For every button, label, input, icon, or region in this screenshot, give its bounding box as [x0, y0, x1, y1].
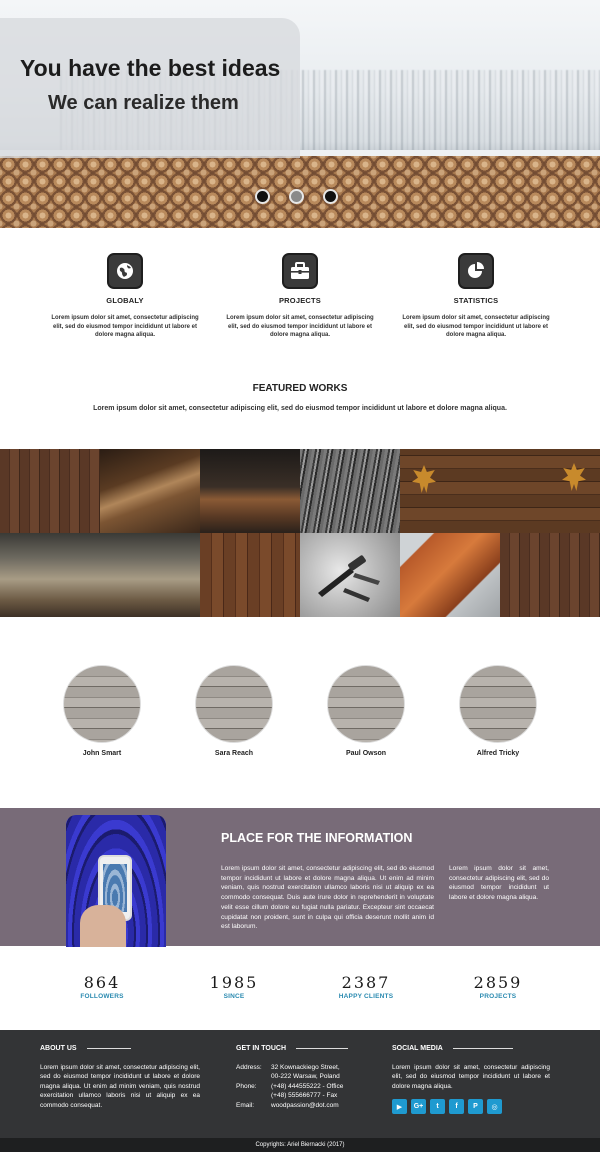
phone-line-2: (+48) 555666777 - Fax: [271, 1092, 338, 1100]
gallery-image-leaves[interactable]: [400, 449, 600, 533]
feature-title: STATISTICS: [453, 296, 499, 305]
gallery-image-lumber[interactable]: [100, 449, 200, 533]
dribbble-icon[interactable]: ◎: [487, 1099, 502, 1115]
stat-value: 2387: [341, 973, 391, 992]
avatar: [459, 665, 537, 743]
stat-label: PROJECTS: [479, 993, 517, 1000]
gallery-image-wall[interactable]: [200, 533, 300, 617]
address-label: Address:: [236, 1064, 262, 1071]
team-member[interactable]: Sara Reach: [194, 665, 274, 757]
team-member[interactable]: Alfred Tricky: [458, 665, 538, 757]
gallery-image-bark[interactable]: [300, 449, 400, 533]
team-member[interactable]: Paul Owson: [326, 665, 406, 757]
slider-dot-3[interactable]: [323, 189, 338, 204]
pinterest-icon[interactable]: P: [468, 1099, 483, 1115]
avatar: [195, 665, 273, 743]
featured-works-title: FEATURED WORKS: [252, 383, 348, 394]
contact-details: Address: 32 Kownackiego Street, 00-222 Wa…: [236, 1063, 366, 1110]
footer-social-text: Lorem ipsum dolor sit amet, consectetur …: [392, 1064, 550, 1090]
feature-title: PROJECTS: [278, 296, 322, 305]
stat-followers: 864 FOLLOWERS: [52, 973, 152, 1000]
footer-about-title: ABOUT US: [40, 1045, 77, 1052]
email-link[interactable]: woodpassion@dot.com: [271, 1101, 339, 1110]
gallery-image-table[interactable]: [200, 449, 300, 533]
heading-underline: [86, 1048, 131, 1049]
hero-slider: You have the best ideas We can realize t…: [0, 0, 600, 228]
phone-line-1: (+48) 444555222 - Office: [271, 1082, 344, 1090]
hero-subtitle: We can realize them: [48, 92, 239, 114]
stat-value: 1985: [209, 973, 259, 992]
hero-title: You have the best ideas: [20, 55, 281, 81]
phone-label: Phone:: [236, 1082, 257, 1090]
footer-about-text: Lorem ipsum dolor sit amet, consectetur …: [40, 1064, 200, 1109]
stat-label: SINCE: [223, 993, 245, 1000]
gallery-image-tools[interactable]: [300, 533, 400, 617]
avatar: [327, 665, 405, 743]
briefcase-icon: [282, 253, 318, 289]
gallery-image-redwood[interactable]: [400, 533, 500, 617]
pie-chart-icon: [458, 253, 494, 289]
info-text-main: Lorem ipsum dolor sit amet, consectetur …: [221, 865, 434, 931]
featured-works-text: Lorem ipsum dolor sit amet, consectetur …: [93, 405, 507, 412]
stat-label: FOLLOWERS: [80, 993, 124, 1000]
feature-text: Lorem ipsum dolor sit amet, consectetur …: [51, 315, 199, 338]
feature-projects: PROJECTS Lorem ipsum dolor sit amet, con…: [225, 253, 375, 340]
phone-image: [66, 815, 166, 947]
info-text-side: Lorem ipsum dolor sit amet, consectetur …: [449, 865, 549, 902]
stat-happy-clients: 2387 HAPPY CLIENTS: [316, 973, 416, 1000]
footer-about: ABOUT US Lorem ipsum dolor sit amet, con…: [40, 1045, 200, 1110]
footer-contact: GET IN TOUCH Address: 32 Kownackiego Stre…: [236, 1045, 366, 1110]
social-icons: ▶ G+ t f P ◎: [392, 1099, 550, 1115]
feature-text: Lorem ipsum dolor sit amet, consectetur …: [402, 315, 550, 338]
slider-dot-2[interactable]: [289, 189, 304, 204]
team-member[interactable]: John Smart: [62, 665, 142, 757]
member-name: Paul Owson: [345, 750, 387, 757]
gallery-image-planks[interactable]: [0, 449, 100, 533]
feature-globaly: GLOBALY Lorem ipsum dolor sit amet, cons…: [50, 253, 200, 340]
feature-text: Lorem ipsum dolor sit amet, consectetur …: [226, 315, 374, 338]
featured-gallery: [0, 449, 600, 617]
address-line-2: 00-222 Warsaw, Poland: [271, 1073, 340, 1081]
member-name: John Smart: [82, 750, 122, 757]
stat-since: 1985 SINCE: [184, 973, 284, 1000]
youtube-icon[interactable]: ▶: [392, 1099, 407, 1115]
stat-value: 2859: [473, 973, 523, 992]
twitter-icon[interactable]: t: [430, 1099, 445, 1115]
stat-value: 864: [83, 973, 121, 992]
stat-label: HAPPY CLIENTS: [338, 993, 394, 1000]
globe-icon: [107, 253, 143, 289]
feature-statistics: STATISTICS Lorem ipsum dolor sit amet, c…: [401, 253, 551, 340]
slider-dot-1[interactable]: [255, 189, 270, 204]
heading-underline: [452, 1048, 513, 1049]
member-name: Alfred Tricky: [476, 750, 520, 757]
leaf-shape: [562, 463, 586, 491]
footer-social-title: SOCIAL MEDIA: [392, 1045, 443, 1052]
email-label: Email:: [236, 1101, 255, 1109]
address-line-1: 32 Kownackiego Street,: [271, 1064, 340, 1071]
facebook-icon[interactable]: f: [449, 1099, 464, 1115]
feature-title: GLOBALY: [106, 296, 144, 305]
hero-banner: [0, 18, 300, 158]
heading-underline: [296, 1048, 349, 1049]
stat-projects: 2859 PROJECTS: [448, 973, 548, 1000]
copyright: Copyrights: Ariel Biernacki (2017): [0, 1138, 600, 1152]
hand-shape: [80, 905, 126, 947]
avatar: [63, 665, 141, 743]
footer-social: SOCIAL MEDIA Lorem ipsum dolor sit amet,…: [392, 1045, 550, 1115]
info-title: PLACE FOR THE INFORMATION: [221, 831, 413, 845]
member-name: Sara Reach: [214, 750, 254, 757]
footer-contact-title: GET IN TOUCH: [236, 1045, 287, 1052]
gallery-image-workshop[interactable]: [0, 533, 200, 617]
google-plus-icon[interactable]: G+: [411, 1099, 426, 1115]
gallery-image-floor[interactable]: [500, 533, 600, 617]
leaf-shape: [412, 465, 436, 493]
